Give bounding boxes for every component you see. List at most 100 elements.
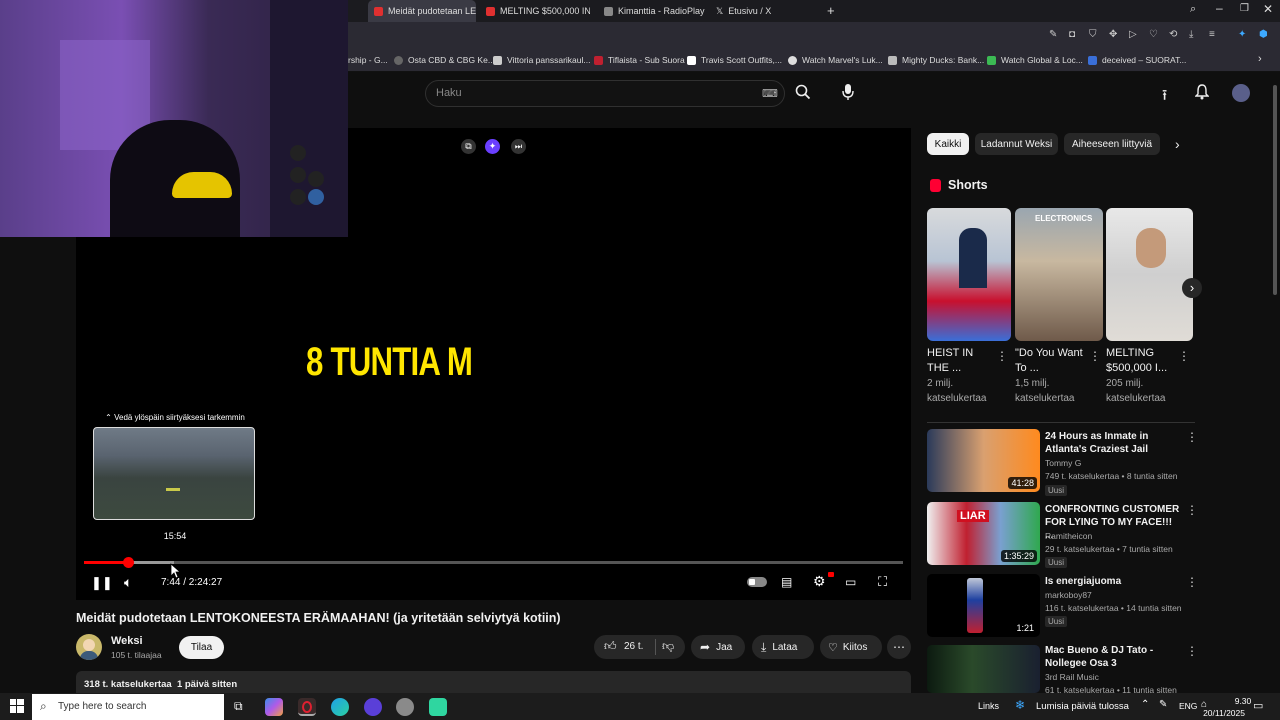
download-button[interactable]: ⤓ Lataa	[752, 635, 814, 659]
short-thumbnail[interactable]	[1106, 208, 1193, 341]
video-title[interactable]: Is energiajuoma	[1045, 575, 1180, 588]
extension-icon[interactable]: ✦	[1238, 29, 1246, 40]
video-thumbnail[interactable]: LIAR 1:35:29	[927, 502, 1040, 565]
short-thumbnail[interactable]	[927, 208, 1011, 341]
subtitles-icon[interactable]: ▤	[781, 575, 792, 589]
ai-sparkle-icon[interactable]: ✦	[485, 139, 500, 154]
chip-related[interactable]: Aiheeseen liittyviä	[1064, 133, 1160, 155]
volume-icon[interactable]: 🔈︎	[124, 574, 132, 591]
shield-icon[interactable]: ⛉	[1089, 29, 1097, 40]
pen-icon[interactable]: ✎	[1159, 699, 1167, 710]
avatar[interactable]	[1232, 84, 1250, 102]
settings-gear-icon[interactable]: ⚙	[813, 573, 826, 590]
task-view-icon[interactable]: ⧉	[234, 699, 243, 714]
channel-name[interactable]: Tommy G	[1045, 457, 1081, 470]
autoplay-toggle[interactable]	[747, 577, 767, 587]
bookmark-item[interactable]: deceived – SUORAT...	[1088, 48, 1186, 72]
windows-start-icon[interactable]	[10, 699, 24, 718]
upload-icon[interactable]: ⭱	[1162, 85, 1167, 110]
bookmark-item[interactable]: Tiflaista - Sub Suora	[594, 48, 685, 72]
heart-icon[interactable]: ♡	[1149, 29, 1158, 40]
chevron-right-icon[interactable]: ›	[1258, 53, 1262, 65]
app-icon[interactable]	[429, 698, 447, 716]
bookmark-item[interactable]: Watch Global & Loc...	[987, 48, 1083, 72]
shorts-next-button[interactable]: ›	[1182, 278, 1202, 298]
weather-text[interactable]: Lumisia päiviä tulossa	[1036, 701, 1129, 712]
chip-all[interactable]: Kaikki	[927, 133, 969, 155]
share-button[interactable]: ➦ Jaa	[691, 635, 745, 659]
copilot-icon[interactable]	[265, 698, 283, 716]
thumbs-up-icon[interactable]: 👍︎	[604, 639, 617, 654]
like-count[interactable]: 26 t.	[624, 641, 643, 652]
tab-radioplay[interactable]: Kimanttia - RadioPlay	[598, 0, 706, 22]
more-actions-button[interactable]: ⋯	[887, 635, 911, 659]
video-thumbnail[interactable]: 41:28	[927, 429, 1040, 492]
links-toolbar[interactable]: Links	[978, 701, 999, 711]
app-icon[interactable]	[364, 698, 382, 716]
play-icon[interactable]: ▷	[1129, 29, 1137, 40]
microphone-icon[interactable]	[842, 83, 854, 105]
history-icon[interactable]: ⟲	[1169, 29, 1177, 40]
taskbar-search-box[interactable]: ⌕ Type here to search	[32, 694, 224, 720]
short-thumbnail[interactable]: ELECTRONICS	[1015, 208, 1103, 341]
skip-icon[interactable]: ⏭	[511, 139, 526, 154]
video-title[interactable]: Mac Bueno & DJ Tato - Nollegee Osa 3	[1045, 644, 1180, 670]
chevron-up-icon[interactable]: ⌃	[1141, 699, 1149, 710]
close-window-icon[interactable]: ✕	[1263, 2, 1273, 16]
more-vertical-icon[interactable]: ⋮	[1089, 349, 1101, 363]
edit-icon[interactable]: ✎	[1049, 29, 1057, 40]
thumbs-down-icon[interactable]: 👎︎	[662, 639, 674, 654]
tab-melting[interactable]: MELTING $500,000 IN WAT	[480, 0, 590, 22]
more-vertical-icon[interactable]: ⋮	[1178, 349, 1190, 363]
camera-icon[interactable]: ◘	[1069, 29, 1075, 40]
subscribe-button[interactable]: Tilaa	[179, 636, 224, 659]
new-tab-plus-icon[interactable]: +	[827, 3, 835, 18]
video-thumbnail[interactable]: 1:21	[927, 574, 1040, 637]
search-tabs-icon[interactable]: ⌕	[1190, 3, 1196, 16]
search-icon[interactable]	[795, 84, 811, 104]
puzzle-icon[interactable]: ✥	[1109, 29, 1117, 40]
miniplayer-icon[interactable]: ⧉	[461, 139, 476, 154]
notifications-icon[interactable]: ▭	[1253, 699, 1263, 712]
video-title[interactable]: 24 Hours as Inmate in Atlanta's Craziest…	[1045, 430, 1180, 456]
tab-youtube-video[interactable]: Meidät pudotetaan LE	[368, 0, 476, 22]
channel-name[interactable]: 3rd Rail Music	[1045, 671, 1099, 684]
input-language[interactable]: ENG	[1179, 701, 1197, 711]
more-vertical-icon[interactable]: ⋮	[1186, 430, 1198, 444]
pause-icon[interactable]: ❚❚	[91, 575, 113, 591]
vpn-icon[interactable]: ⬢	[1259, 29, 1268, 40]
search-input[interactable]	[436, 87, 736, 99]
bookmark-item[interactable]: Osta CBD & CBG Ke...	[394, 48, 495, 72]
bookmark-item[interactable]: Travis Scott Outfits,...	[687, 48, 782, 72]
short-title[interactable]: "Do You Want To ...	[1015, 346, 1087, 376]
short-title[interactable]: MELTING $500,000 I...	[1106, 346, 1178, 376]
keyboard-icon[interactable]: ⌨	[762, 87, 778, 100]
edge-icon[interactable]	[331, 698, 349, 716]
tab-x[interactable]: 𝕏 Etusivu / X	[710, 0, 820, 22]
progress-bar[interactable]	[84, 557, 903, 568]
chevron-right-icon[interactable]: ›	[1175, 136, 1180, 152]
clock-date[interactable]: 20/11/2025	[1200, 708, 1245, 718]
description-box[interactable]: 318 t. katselukertaa 1 päivä sitten	[76, 671, 911, 693]
theater-mode-icon[interactable]: ▭	[845, 575, 856, 589]
minimize-icon[interactable]: –	[1216, 1, 1223, 15]
channel-avatar[interactable]	[76, 634, 102, 660]
more-vertical-icon[interactable]: ⋮	[1186, 575, 1198, 589]
channel-name[interactable]: markoboy87	[1045, 589, 1092, 602]
fullscreen-icon[interactable]: ⛶	[878, 574, 887, 590]
search-box[interactable]: ⌨	[425, 80, 785, 107]
bookmark-item[interactable]: Vittoria panssarikaul...	[493, 48, 590, 72]
page-scrollbar[interactable]	[1273, 85, 1277, 295]
bookmark-item[interactable]: Mighty Ducks: Bank...	[888, 48, 984, 72]
thanks-button[interactable]: ♡ Kiitos	[820, 635, 882, 659]
menu-icon[interactable]: ≡	[1209, 29, 1215, 40]
chip-uploaded-by[interactable]: Ladannut Weksi	[975, 133, 1058, 155]
opera-icon[interactable]	[298, 698, 316, 716]
bookmark-item[interactable]: rship - G...	[348, 48, 388, 72]
progress-scrubber[interactable]	[122, 557, 134, 568]
bookmark-item[interactable]: Watch Marvel's Luk...	[788, 48, 883, 72]
more-vertical-icon[interactable]: ⋮	[996, 349, 1008, 363]
bell-icon[interactable]	[1194, 84, 1210, 104]
app-icon[interactable]	[396, 698, 414, 716]
channel-name[interactable]: Ramitheicon	[1045, 530, 1092, 543]
